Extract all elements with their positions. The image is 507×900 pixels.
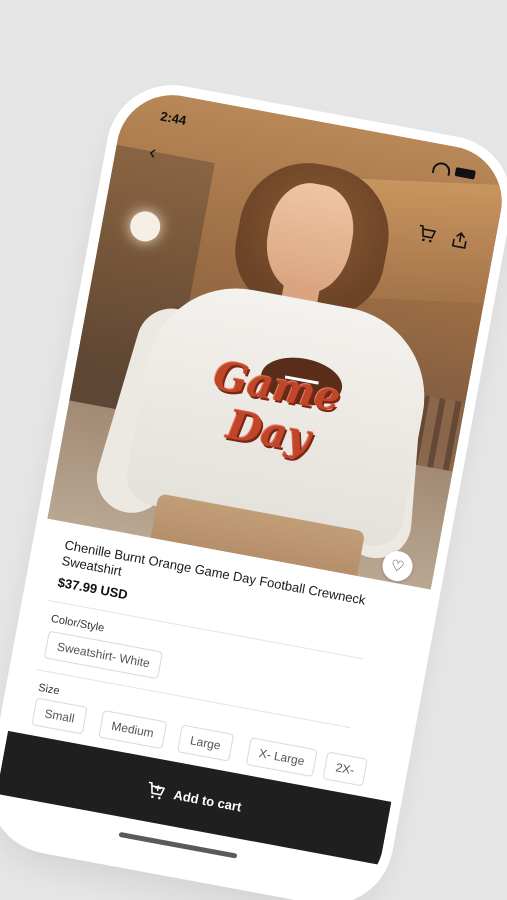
share-button[interactable] [445, 225, 475, 255]
color-option-chip[interactable]: Sweatshirt- White [43, 630, 164, 680]
size-option-medium[interactable]: Medium [98, 709, 167, 750]
heart-icon: ♡ [389, 556, 406, 577]
add-to-cart-label: Add to cart [172, 786, 243, 815]
app-screen: Game Day 2:44 ‹ ♡ Chenille Burnt Orange … [0, 85, 507, 900]
size-option-xlarge[interactable]: X- Large [245, 737, 318, 778]
home-indicator[interactable] [118, 831, 238, 859]
chevron-left-icon: ‹ [147, 140, 159, 164]
color-style-label: Color/Style [50, 612, 106, 635]
battery-icon [454, 166, 476, 180]
phone-frame: Game Day 2:44 ‹ ♡ Chenille Burnt Orange … [0, 85, 507, 900]
size-label: Size [37, 681, 61, 698]
graphic-text: Game Day [186, 350, 360, 470]
back-button[interactable]: ‹ [138, 137, 168, 167]
cart-button[interactable] [411, 219, 441, 249]
stage: Game Day 2:44 ‹ ♡ Chenille Burnt Orange … [0, 0, 507, 900]
size-option-small[interactable]: Small [31, 697, 88, 735]
cart-icon [419, 224, 436, 243]
cart-plus-icon [148, 781, 165, 800]
size-option-large[interactable]: Large [176, 724, 234, 762]
share-icon [451, 232, 467, 249]
size-option-2x[interactable]: 2X- [322, 751, 368, 787]
